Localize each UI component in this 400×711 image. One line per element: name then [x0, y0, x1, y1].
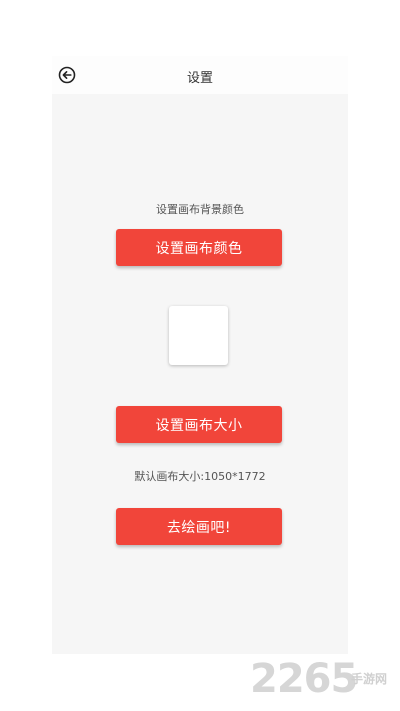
watermark-logo: 2265 手游网: [250, 656, 400, 706]
set-canvas-color-button[interactable]: 设置画布颜色: [116, 229, 282, 266]
app-header: 设置: [52, 56, 348, 94]
default-canvas-size-label: 默认画布大小:1050*1772: [134, 470, 266, 483]
set-canvas-size-button[interactable]: 设置画布大小: [116, 406, 282, 443]
start-drawing-button[interactable]: 去绘画吧!: [116, 508, 282, 545]
page-title: 设置: [186, 71, 213, 86]
settings-panel: 设置画布背景颜色 设置画布颜色 设置画布大小 默认画布大小:1050*1772 …: [52, 94, 348, 654]
canvas-background-label: 设置画布背景颜色: [156, 203, 244, 216]
watermark-text: 手游网: [351, 672, 388, 686]
watermark-number: 2265: [250, 656, 358, 702]
canvas-color-swatch[interactable]: [169, 306, 228, 365]
